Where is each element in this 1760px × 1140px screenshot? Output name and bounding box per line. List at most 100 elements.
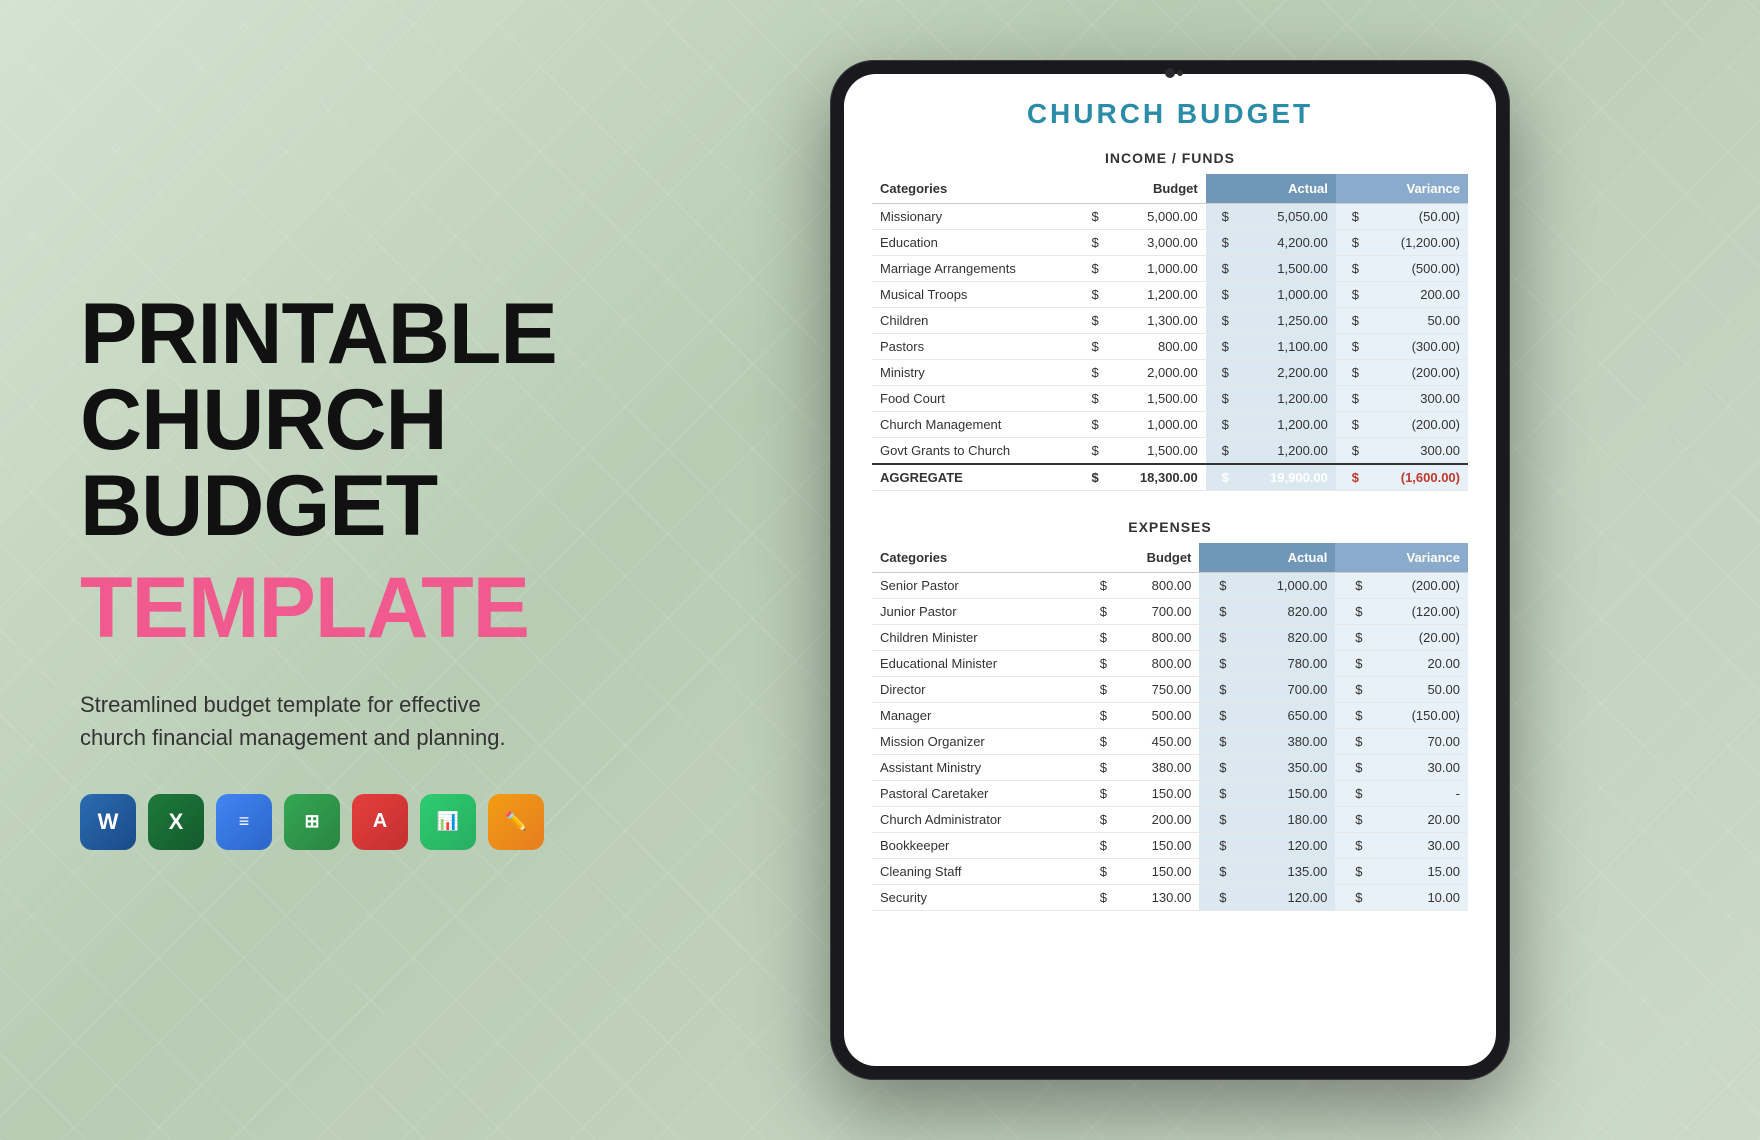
expenses-table: Categories Budget Actual Variance Senior…	[872, 543, 1468, 911]
income-actual-value: 1,500.00	[1237, 256, 1336, 282]
income-table-row: Govt Grants to Church $ 1,500.00 $ 1,200…	[872, 438, 1468, 465]
expenses-variance-value: 30.00	[1370, 833, 1468, 859]
expenses-actual-dollar: $	[1199, 755, 1234, 781]
income-variance-value: (200.00)	[1367, 412, 1468, 438]
expenses-variance-dollar: $	[1335, 755, 1370, 781]
expenses-actual-value: 820.00	[1235, 625, 1336, 651]
expenses-actual-dollar: $	[1199, 677, 1234, 703]
income-budget-value: 800.00	[1107, 334, 1206, 360]
expenses-table-header-row: Categories Budget Actual Variance	[872, 543, 1468, 573]
expenses-category: Church Administrator	[872, 807, 1080, 833]
income-budget-dollar: $	[1076, 360, 1107, 386]
expenses-variance-value: 50.00	[1370, 677, 1468, 703]
background-wrapper: PRINTABLE CHURCH BUDGET TEMPLATE Streaml…	[0, 0, 1760, 1140]
expenses-variance-dollar: $	[1335, 833, 1370, 859]
expenses-table-row: Senior Pastor $ 800.00 $ 1,000.00 $ (200…	[872, 573, 1468, 599]
income-actual-value: 1,100.00	[1237, 334, 1336, 360]
expenses-variance-value: 20.00	[1370, 651, 1468, 677]
income-variance-dollar: $	[1336, 438, 1367, 465]
expenses-table-row: Pastoral Caretaker $ 150.00 $ 150.00 $ -	[872, 781, 1468, 807]
income-category: Children	[872, 308, 1076, 334]
income-variance-dollar: $	[1336, 230, 1367, 256]
income-category: Musical Troops	[872, 282, 1076, 308]
expenses-table-row: Assistant Ministry $ 380.00 $ 350.00 $ 3…	[872, 755, 1468, 781]
expenses-variance-value: 70.00	[1370, 729, 1468, 755]
income-section-header: INCOME / FUNDS	[872, 150, 1468, 166]
income-actual-value: 2,200.00	[1237, 360, 1336, 386]
expenses-category: Bookkeeper	[872, 833, 1080, 859]
expenses-category: Security	[872, 885, 1080, 911]
income-budget-value: 1,300.00	[1107, 308, 1206, 334]
income-table-body: Missionary $ 5,000.00 $ 5,050.00 $ (50.0…	[872, 204, 1468, 491]
main-title: PRINTABLE CHURCH BUDGET	[80, 291, 640, 549]
expenses-table-row: Director $ 750.00 $ 700.00 $ 50.00	[872, 677, 1468, 703]
income-budget-dollar: $	[1076, 334, 1107, 360]
left-panel: PRINTABLE CHURCH BUDGET TEMPLATE Streaml…	[60, 291, 640, 850]
title-line2: CHURCH	[80, 372, 447, 468]
income-category: Govt Grants to Church	[872, 438, 1076, 465]
expenses-budget-value: 800.00	[1115, 625, 1199, 651]
expenses-actual-value: 120.00	[1235, 885, 1336, 911]
expenses-table-row: Cleaning Staff $ 150.00 $ 135.00 $ 15.00	[872, 859, 1468, 885]
google-sheets-icon: ⊞	[284, 794, 340, 850]
expenses-variance-dollar: $	[1335, 807, 1370, 833]
expenses-actual-value: 150.00	[1235, 781, 1336, 807]
numbers-icon: 📊	[420, 794, 476, 850]
income-budget-dollar: $	[1076, 230, 1107, 256]
income-col-variance: Variance	[1336, 174, 1468, 204]
expenses-budget-dollar: $	[1080, 859, 1115, 885]
excel-icon: X	[148, 794, 204, 850]
expenses-actual-value: 120.00	[1235, 833, 1336, 859]
income-category: Pastors	[872, 334, 1076, 360]
expenses-category: Junior Pastor	[872, 599, 1080, 625]
expenses-table-row: Bookkeeper $ 150.00 $ 120.00 $ 30.00	[872, 833, 1468, 859]
spreadsheet-content: CHURCH BUDGET INCOME / FUNDS Categories …	[844, 74, 1496, 963]
expenses-actual-value: 700.00	[1235, 677, 1336, 703]
expenses-col-variance: Variance	[1335, 543, 1468, 573]
expenses-category: Senior Pastor	[872, 573, 1080, 599]
expenses-variance-dollar: $	[1335, 781, 1370, 807]
template-label: TEMPLATE	[80, 559, 640, 658]
income-actual-dollar: $	[1206, 282, 1237, 308]
income-variance-value: (200.00)	[1367, 360, 1468, 386]
income-actual-dollar: $	[1206, 308, 1237, 334]
tablet-device: CHURCH BUDGET INCOME / FUNDS Categories …	[830, 60, 1510, 1080]
expenses-variance-value: 15.00	[1370, 859, 1468, 885]
expenses-table-row: Mission Organizer $ 450.00 $ 380.00 $ 70…	[872, 729, 1468, 755]
expenses-budget-value: 150.00	[1115, 833, 1199, 859]
expenses-actual-dollar: $	[1199, 781, 1234, 807]
income-category: Food Court	[872, 386, 1076, 412]
expenses-budget-value: 800.00	[1115, 651, 1199, 677]
expenses-variance-value: 20.00	[1370, 807, 1468, 833]
income-table-row: Education $ 3,000.00 $ 4,200.00 $ (1,200…	[872, 230, 1468, 256]
expenses-variance-value: (200.00)	[1370, 573, 1468, 599]
income-variance-value: 300.00	[1367, 438, 1468, 465]
pdf-icon: A	[352, 794, 408, 850]
expenses-actual-dollar: $	[1199, 625, 1234, 651]
expenses-category: Assistant Ministry	[872, 755, 1080, 781]
income-budget-dollar: $	[1076, 412, 1107, 438]
expenses-col-budget: Budget	[1080, 543, 1200, 573]
income-table-row: Missionary $ 5,000.00 $ 5,050.00 $ (50.0…	[872, 204, 1468, 230]
income-variance-dollar: $	[1336, 360, 1367, 386]
income-budget-dollar: $	[1076, 256, 1107, 282]
expenses-budget-dollar: $	[1080, 625, 1115, 651]
income-variance-value: (50.00)	[1367, 204, 1468, 230]
income-variance-value: (1,200.00)	[1367, 230, 1468, 256]
income-budget-dollar: $	[1076, 204, 1107, 230]
expenses-budget-value: 130.00	[1115, 885, 1199, 911]
expenses-budget-dollar: $	[1080, 755, 1115, 781]
expenses-actual-dollar: $	[1199, 599, 1234, 625]
tablet-screen[interactable]: CHURCH BUDGET INCOME / FUNDS Categories …	[844, 74, 1496, 1066]
tablet-wrapper: CHURCH BUDGET INCOME / FUNDS Categories …	[640, 60, 1700, 1080]
expenses-category: Children Minister	[872, 625, 1080, 651]
income-budget-value: 3,000.00	[1107, 230, 1206, 256]
expenses-actual-value: 780.00	[1235, 651, 1336, 677]
aggregate-actual-dollar: $	[1206, 464, 1237, 491]
title-line3: BUDGET	[80, 458, 437, 554]
expenses-actual-dollar: $	[1199, 833, 1234, 859]
income-table-row: Musical Troops $ 1,200.00 $ 1,000.00 $ 2…	[872, 282, 1468, 308]
expenses-col-categories: Categories	[872, 543, 1080, 573]
expenses-category: Educational Minister	[872, 651, 1080, 677]
expenses-variance-value: (120.00)	[1370, 599, 1468, 625]
